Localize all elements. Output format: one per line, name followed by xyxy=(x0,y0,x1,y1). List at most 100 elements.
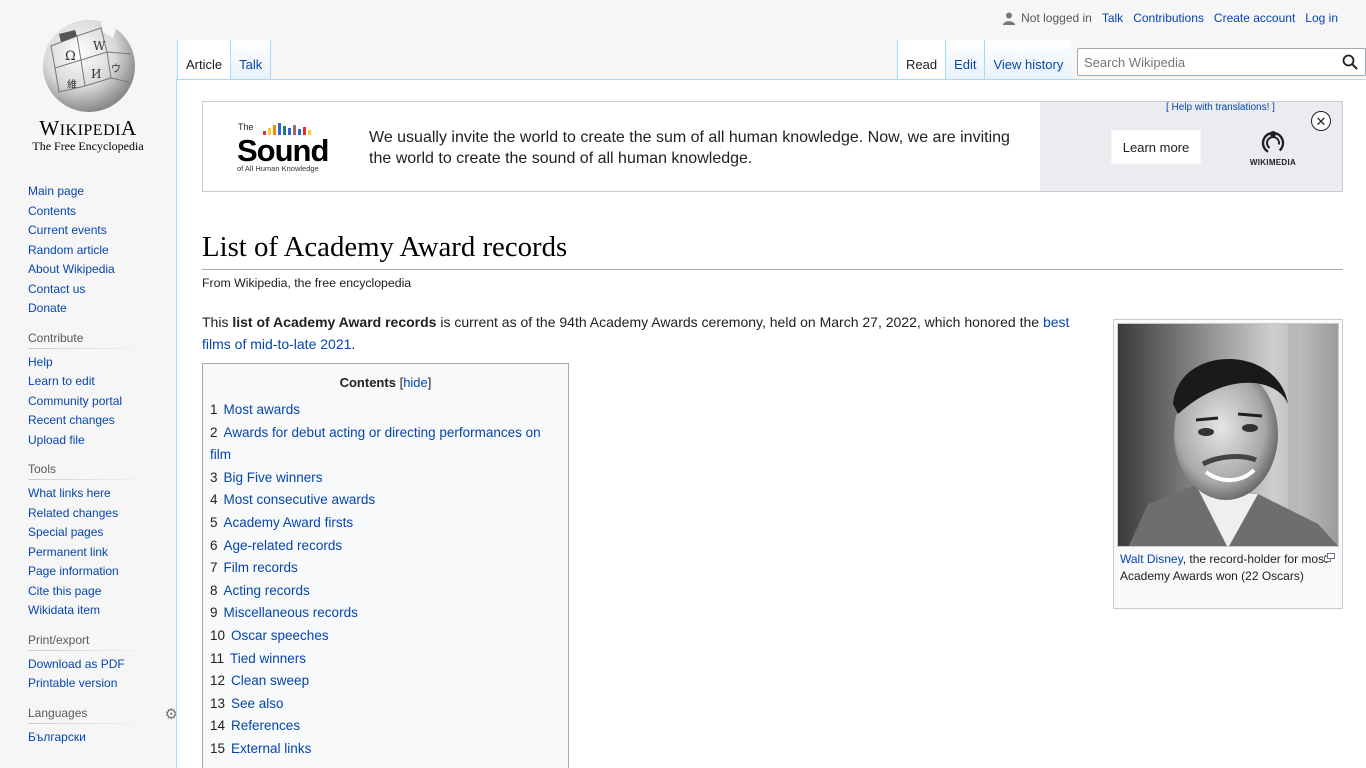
enlarge-icon[interactable] xyxy=(1324,553,1335,562)
page-title: List of Academy Award records xyxy=(202,229,1343,271)
toc-item-link[interactable]: Film records xyxy=(224,560,298,575)
sidebar-item-page-information[interactable]: Page information xyxy=(28,564,119,578)
tab-talk[interactable]: Talk xyxy=(231,40,272,80)
toc-item-link[interactable]: External links xyxy=(231,741,311,756)
toc-item[interactable]: 1 Most awards xyxy=(210,399,561,422)
sidebar-item-contact[interactable]: Contact us xyxy=(28,282,85,296)
toc-item-link[interactable]: Acting records xyxy=(224,583,310,598)
wikipedia-logo[interactable]: Ω W И 維 ウ WIKIPEDIA The Free Encyclopedi… xyxy=(0,0,176,160)
toc-hide-button[interactable]: hide xyxy=(403,375,428,390)
toc-item-link[interactable]: Oscar speeches xyxy=(231,628,329,643)
sidebar-item-recent-changes[interactable]: Recent changes xyxy=(28,413,115,427)
close-banner-button[interactable]: ✕ xyxy=(1311,111,1331,131)
wikimedia-icon xyxy=(1261,131,1285,155)
sound-banner: The Sound of All Human Knowledge We usua… xyxy=(202,101,1343,192)
toc-item[interactable]: 10 Oscar speeches xyxy=(210,625,561,648)
walt-disney-photo[interactable] xyxy=(1117,323,1339,547)
toc-item[interactable]: 13 See also xyxy=(210,693,561,716)
login-link[interactable]: Log in xyxy=(1305,11,1338,25)
toc-item-number: 10 xyxy=(210,627,226,643)
toc-title: Contents [hide] xyxy=(339,375,432,390)
tab-talk-label: Talk xyxy=(239,57,263,72)
toc-item[interactable]: 7 Film records xyxy=(210,557,561,580)
toc-item-link[interactable]: Clean sweep xyxy=(231,673,309,688)
walt-disney-link[interactable]: Walt Disney xyxy=(1120,552,1183,566)
sidebar-item-learn-to-edit[interactable]: Learn to edit xyxy=(28,374,95,388)
sidebar-item-upload-file[interactable]: Upload file xyxy=(28,433,85,447)
intro-text-3: . xyxy=(351,335,356,352)
tab-edit-label: Edit xyxy=(954,57,977,72)
toc-item[interactable]: 14 References xyxy=(210,715,561,738)
tools-heading: Tools xyxy=(28,462,150,480)
contributions-link[interactable]: Contributions xyxy=(1133,11,1204,25)
sidebar-item-contents[interactable]: Contents xyxy=(28,204,76,218)
search-input[interactable] xyxy=(1077,48,1366,76)
toc-item[interactable]: 4 Most consecutive awards xyxy=(210,489,561,512)
sidebar-item-download-pdf[interactable]: Download as PDF xyxy=(28,657,125,671)
wikimedia-logo: WIKIMEDIA xyxy=(1246,130,1300,167)
toc-item-link[interactable]: Miscellaneous records xyxy=(224,605,358,620)
help-translations-link[interactable]: [ Help with translations! ] xyxy=(1166,102,1275,113)
toc-list: 1 Most awards 2 Awards for debut acting or … xyxy=(210,399,561,761)
toc-item[interactable]: 15 External links xyxy=(210,738,561,761)
sound-logo-main: Sound xyxy=(237,133,328,168)
toc-item-link[interactable]: Awards for debut acting or directing per… xyxy=(210,425,541,463)
create-account-link[interactable]: Create account xyxy=(1214,11,1295,25)
view-tabs: Read Edit View history xyxy=(897,40,1072,80)
tab-view-history[interactable]: View history xyxy=(985,40,1072,80)
toc-item[interactable]: 3 Big Five winners xyxy=(210,467,561,490)
languages-heading-label: Languages xyxy=(28,705,88,720)
sound-logo-sub: of All Human Knowledge xyxy=(237,164,319,173)
toc-item-number: 15 xyxy=(210,740,226,756)
toc-item[interactable]: 6 Age-related records xyxy=(210,535,561,558)
toc-item-number: 12 xyxy=(210,673,226,689)
toc-item[interactable]: 8 Acting records xyxy=(210,580,561,603)
tab-history-label: View history xyxy=(993,57,1064,72)
tab-edit[interactable]: Edit xyxy=(946,40,986,80)
sidebar-item-community-portal[interactable]: Community portal xyxy=(28,394,122,408)
tab-read-label: Read xyxy=(906,57,938,72)
toc-item[interactable]: 9 Miscellaneous records xyxy=(210,602,561,625)
toc-item-link[interactable]: Big Five winners xyxy=(224,470,323,485)
sidebar-item-main-page[interactable]: Main page xyxy=(28,184,84,198)
search-box xyxy=(1077,48,1366,76)
intro-text-1: This xyxy=(202,314,233,330)
toc-item-link[interactable]: Most consecutive awards xyxy=(224,492,376,507)
sidebar-item-special-pages[interactable]: Special pages xyxy=(28,525,103,539)
intro-text-2: is current as of the 94th Academy Awards… xyxy=(436,314,1043,330)
toc-item-link[interactable]: Tied winners xyxy=(230,651,306,666)
sidebar-item-random-article[interactable]: Random article xyxy=(28,243,109,257)
sidebar-item-related-changes[interactable]: Related changes xyxy=(28,506,118,520)
languages-heading: Languages ⚙ xyxy=(28,705,178,724)
toc-item[interactable]: 2 Awards for debut acting or directing pe… xyxy=(210,422,561,467)
user-icon xyxy=(1003,12,1016,25)
sidebar-item-help[interactable]: Help xyxy=(28,355,53,369)
svg-text:W: W xyxy=(93,39,106,53)
toc-item-link[interactable]: See also xyxy=(231,696,284,711)
toc-item[interactable]: 5 Academy Award firsts xyxy=(210,512,561,535)
tab-article[interactable]: Article xyxy=(177,40,232,80)
sidebar-item-about[interactable]: About Wikipedia xyxy=(28,262,115,276)
sidebar-item-cite-this-page[interactable]: Cite this page xyxy=(28,584,101,598)
sidebar-item-wikidata-item[interactable]: Wikidata item xyxy=(28,603,100,617)
toc-item-link[interactable]: References xyxy=(231,718,300,733)
toc-item[interactable]: 12 Clean sweep xyxy=(210,670,561,693)
sidebar-item-what-links-here[interactable]: What links here xyxy=(28,486,111,500)
sidebar-item-language-bg[interactable]: Български xyxy=(28,730,86,744)
toc-item-link[interactable]: Age-related records xyxy=(224,538,343,553)
search-icon[interactable] xyxy=(1342,54,1358,70)
sidebar-item-printable-version[interactable]: Printable version xyxy=(28,676,117,690)
tab-read[interactable]: Read xyxy=(897,40,947,80)
toc-item-link[interactable]: Most awards xyxy=(224,402,301,417)
toc-item[interactable]: 11 Tied winners xyxy=(210,648,561,671)
sidebar-item-donate[interactable]: Donate xyxy=(28,301,67,315)
thumbnail-figure: Walt Disney, the record-holder for most … xyxy=(1113,319,1343,609)
contribute-heading: Contribute xyxy=(28,330,150,349)
close-icon: ✕ xyxy=(1315,113,1327,129)
sidebar-item-current-events[interactable]: Current events xyxy=(28,223,107,237)
sidebar-item-permanent-link[interactable]: Permanent link xyxy=(28,545,108,559)
talk-link[interactable]: Talk xyxy=(1102,11,1123,25)
learn-more-button[interactable]: Learn more xyxy=(1111,130,1201,164)
toc-item-link[interactable]: Academy Award firsts xyxy=(224,515,354,530)
wikimedia-label: WIKIMEDIA xyxy=(1249,158,1297,167)
